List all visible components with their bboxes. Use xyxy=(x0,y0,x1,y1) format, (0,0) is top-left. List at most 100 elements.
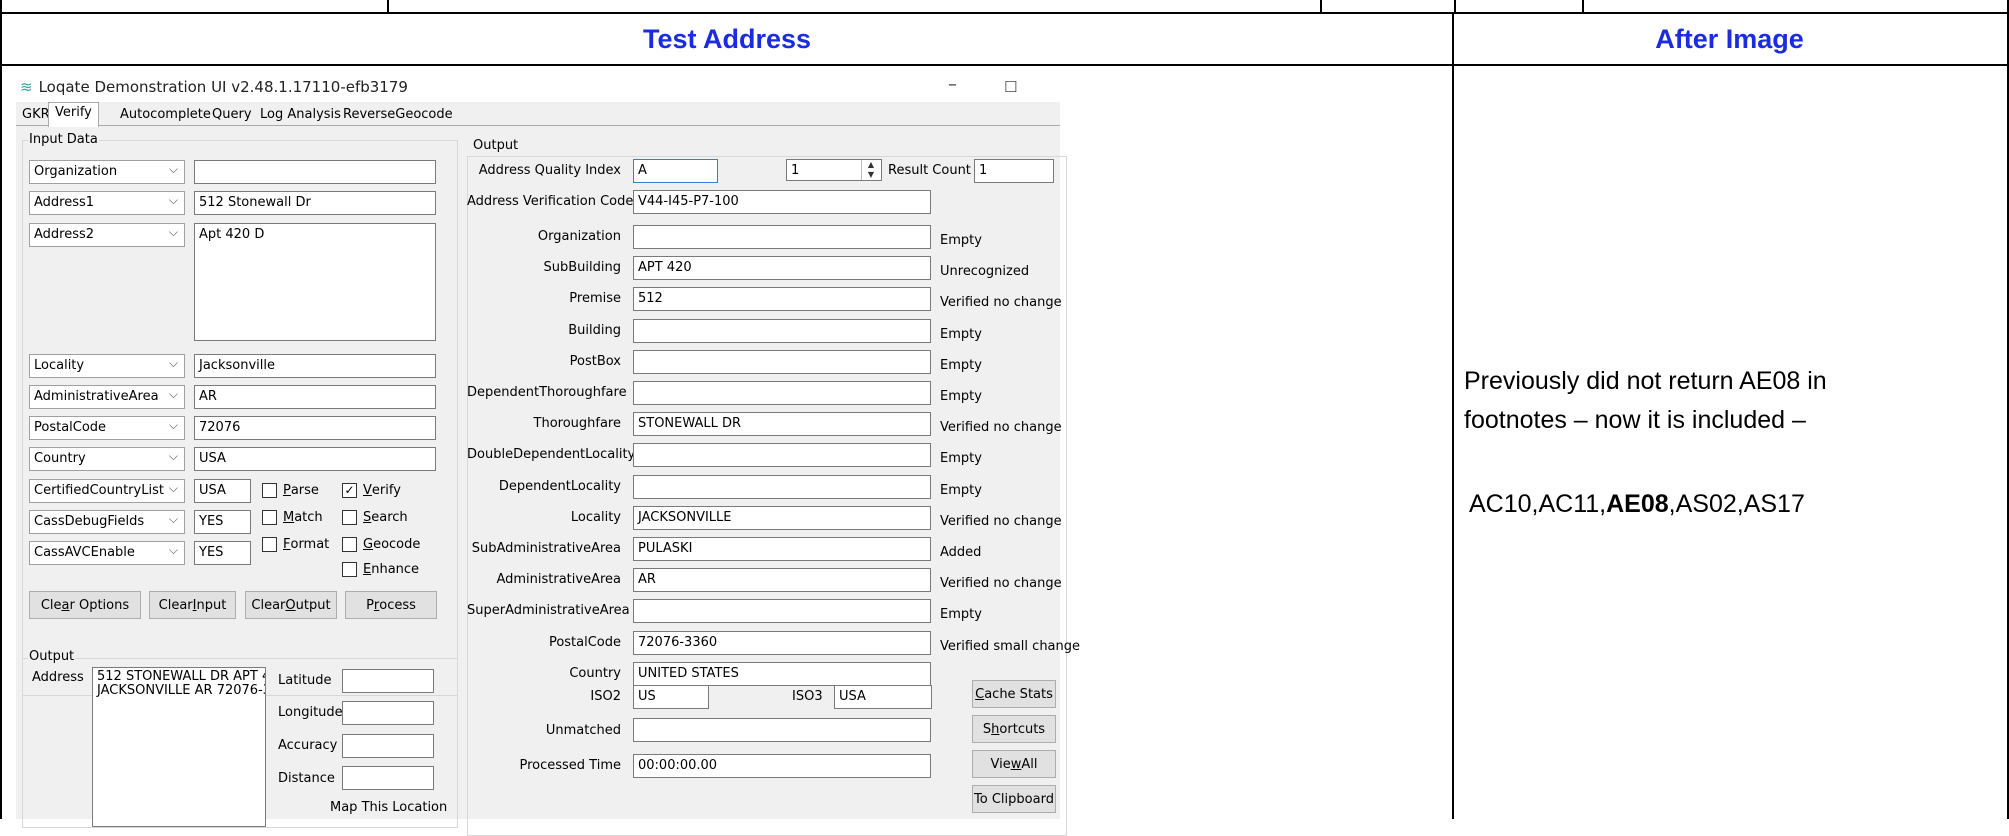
field-select-certified-country-list[interactable]: CertifiedCountryList ⌵ xyxy=(29,479,185,503)
result-spinner[interactable]: 1 ▲ ▼ xyxy=(786,159,882,181)
result-count-label: Result Count xyxy=(888,163,971,178)
output-row-value[interactable] xyxy=(633,443,931,467)
iso2-input[interactable]: US xyxy=(633,685,709,709)
window-title: Loqate Demonstration UI v2.48.1.17110-ef… xyxy=(38,78,408,96)
output-row-label: SubBuilding xyxy=(543,260,621,275)
processed-time-input[interactable]: 00:00:00.00 xyxy=(633,754,931,778)
clear-options-button[interactable]: Cle a r Options xyxy=(29,591,141,619)
cass-debug-fields-input[interactable]: YES xyxy=(194,510,251,534)
latitude-input[interactable] xyxy=(342,669,434,693)
output-row-value[interactable]: PULASKI xyxy=(633,537,931,561)
field-select-postal-code[interactable]: PostalCode ⌵ xyxy=(29,416,185,440)
field-select-cass-avc-enable[interactable]: CassAVCEnable ⌵ xyxy=(29,541,185,565)
output-row-value[interactable] xyxy=(633,599,931,623)
tab-verify[interactable]: Verify xyxy=(48,102,99,127)
output-row-value[interactable] xyxy=(633,475,931,499)
output-row-label: Building xyxy=(568,323,621,338)
output-row-value[interactable] xyxy=(633,319,931,343)
output-row-status: Empty xyxy=(940,358,982,373)
tab-autocomplete[interactable]: Autocomplete xyxy=(114,105,217,126)
iso3-input[interactable]: USA xyxy=(834,685,932,709)
unmatched-label: Unmatched xyxy=(545,723,621,738)
minimize-button[interactable]: – xyxy=(948,74,957,95)
output-row-value[interactable]: APT 420 xyxy=(633,256,931,280)
cass-avc-enable-input[interactable]: YES xyxy=(194,541,251,565)
longitude-input[interactable] xyxy=(342,701,434,725)
organization-input[interactable] xyxy=(194,160,436,184)
output-row-value[interactable] xyxy=(633,381,931,405)
output-row-status: Verified small change xyxy=(940,639,1081,654)
output-row-value[interactable]: STONEWALL DR xyxy=(633,412,931,436)
map-this-location-link[interactable]: Map This Location xyxy=(330,800,447,815)
note-line-2: footnotes – now it is included – xyxy=(1464,406,1806,434)
table-top-strip xyxy=(0,0,2009,14)
avc-input[interactable]: V44-I45-P7-100 xyxy=(633,190,931,214)
field-select-address1[interactable]: Address1 ⌵ xyxy=(29,191,185,215)
geocode-checkbox[interactable]: Geocode xyxy=(342,537,420,552)
administrative-area-input[interactable]: AR xyxy=(194,385,436,409)
postal-code-input[interactable]: 72076 xyxy=(194,416,436,440)
output-row-status: Empty xyxy=(940,389,982,404)
output-row-value[interactable]: JACKSONVILLE xyxy=(633,506,931,530)
search-checkbox[interactable]: Search xyxy=(342,510,408,525)
output-row-label: SubAdministrativeArea xyxy=(471,541,621,556)
view-all-button[interactable]: Vie w All xyxy=(972,750,1056,778)
field-select-locality[interactable]: Locality ⌵ xyxy=(29,354,185,378)
tab-reverse-geocode[interactable]: ReverseGeocode xyxy=(337,105,459,126)
field-select-country[interactable]: Country ⌵ xyxy=(29,447,185,471)
clear-output-button[interactable]: Clear Output xyxy=(245,591,337,619)
output-row-label: PostalCode xyxy=(548,635,621,650)
address1-input[interactable]: 512 Stonewall Dr xyxy=(194,191,436,215)
enhance-checkbox[interactable]: Enhance xyxy=(342,562,419,577)
shortcuts-button[interactable]: Sh ortcuts xyxy=(972,715,1056,743)
chevron-down-icon: ⌵ xyxy=(168,481,178,495)
field-select-address2[interactable]: Address2 ⌵ xyxy=(29,223,185,247)
aqi-label: Address Quality Index xyxy=(478,163,621,178)
certified-country-list-input[interactable]: USA xyxy=(194,479,251,503)
output-row-status: Empty xyxy=(940,327,982,342)
accuracy-input[interactable] xyxy=(342,734,434,758)
field-select-administrative-area[interactable]: AdministrativeArea ⌵ xyxy=(29,385,185,409)
output-row-status: Empty xyxy=(940,233,982,248)
aqi-input[interactable]: A xyxy=(633,159,718,183)
output-row-value[interactable]: UNITED STATES xyxy=(633,662,931,686)
output-row-value[interactable]: 72076-3360 xyxy=(633,631,931,655)
cache-stats-button[interactable]: Cache Stats xyxy=(972,680,1056,708)
codes-post: ,AS02,AS17 xyxy=(1668,490,1805,518)
output-row-status: Verified no change xyxy=(940,576,1062,591)
avc-label: Address Verification Code xyxy=(467,194,634,209)
tab-strip: GKR Verify Autocomplete Query Log Analys… xyxy=(16,102,1060,127)
parse-checkbox[interactable]: Parse xyxy=(262,483,319,498)
match-checkbox[interactable]: Match xyxy=(262,510,323,525)
output-row-value[interactable] xyxy=(633,225,931,249)
output-row-label: DoubleDependentLocality xyxy=(467,447,636,462)
unmatched-input[interactable] xyxy=(633,718,931,742)
longitude-label: Longitude xyxy=(278,705,343,720)
to-clipboard-button[interactable]: To Clipboard xyxy=(972,785,1056,813)
header-test-address: Test Address xyxy=(0,14,1454,66)
field-select-organization[interactable]: Organization ⌵ xyxy=(29,160,185,184)
output-row-value[interactable]: AR xyxy=(633,568,931,592)
maximize-button[interactable]: ☐ xyxy=(1004,78,1017,96)
process-button[interactable]: Pr ocess xyxy=(345,591,437,619)
result-count-input[interactable]: 1 xyxy=(974,159,1054,183)
verify-checkbox[interactable]: ✓ Verify xyxy=(342,483,401,498)
output-row-value[interactable]: 512 xyxy=(633,287,931,311)
output-row-value[interactable] xyxy=(633,350,931,374)
tab-log-analysis[interactable]: Log Analysis xyxy=(254,105,347,126)
address2-input[interactable]: Apt 420 D xyxy=(194,223,436,341)
title-bar: ≋ Loqate Demonstration UI v2.48.1.17110-… xyxy=(16,72,1060,102)
output-address-box[interactable]: 512 STONEWALL DR APT 4 JACKSONVILLE AR 72… xyxy=(92,667,266,827)
tab-query[interactable]: Query xyxy=(206,105,258,126)
distance-input[interactable] xyxy=(342,766,434,790)
field-select-cass-debug-fields[interactable]: CassDebugFields ⌵ xyxy=(29,510,185,534)
chevron-down-icon: ⌵ xyxy=(168,387,178,401)
checkmark-icon: ✓ xyxy=(342,483,357,498)
output-row-status: Added xyxy=(940,545,982,560)
locality-input[interactable]: Jacksonville xyxy=(194,354,436,378)
after-image-cell: Previously did not return AE08 in footno… xyxy=(1452,66,2009,819)
clear-input-button[interactable]: Clear Input xyxy=(149,591,236,619)
format-checkbox[interactable]: Format xyxy=(262,537,329,552)
country-input[interactable]: USA xyxy=(194,447,436,471)
output-row-label: Organization xyxy=(537,229,621,244)
